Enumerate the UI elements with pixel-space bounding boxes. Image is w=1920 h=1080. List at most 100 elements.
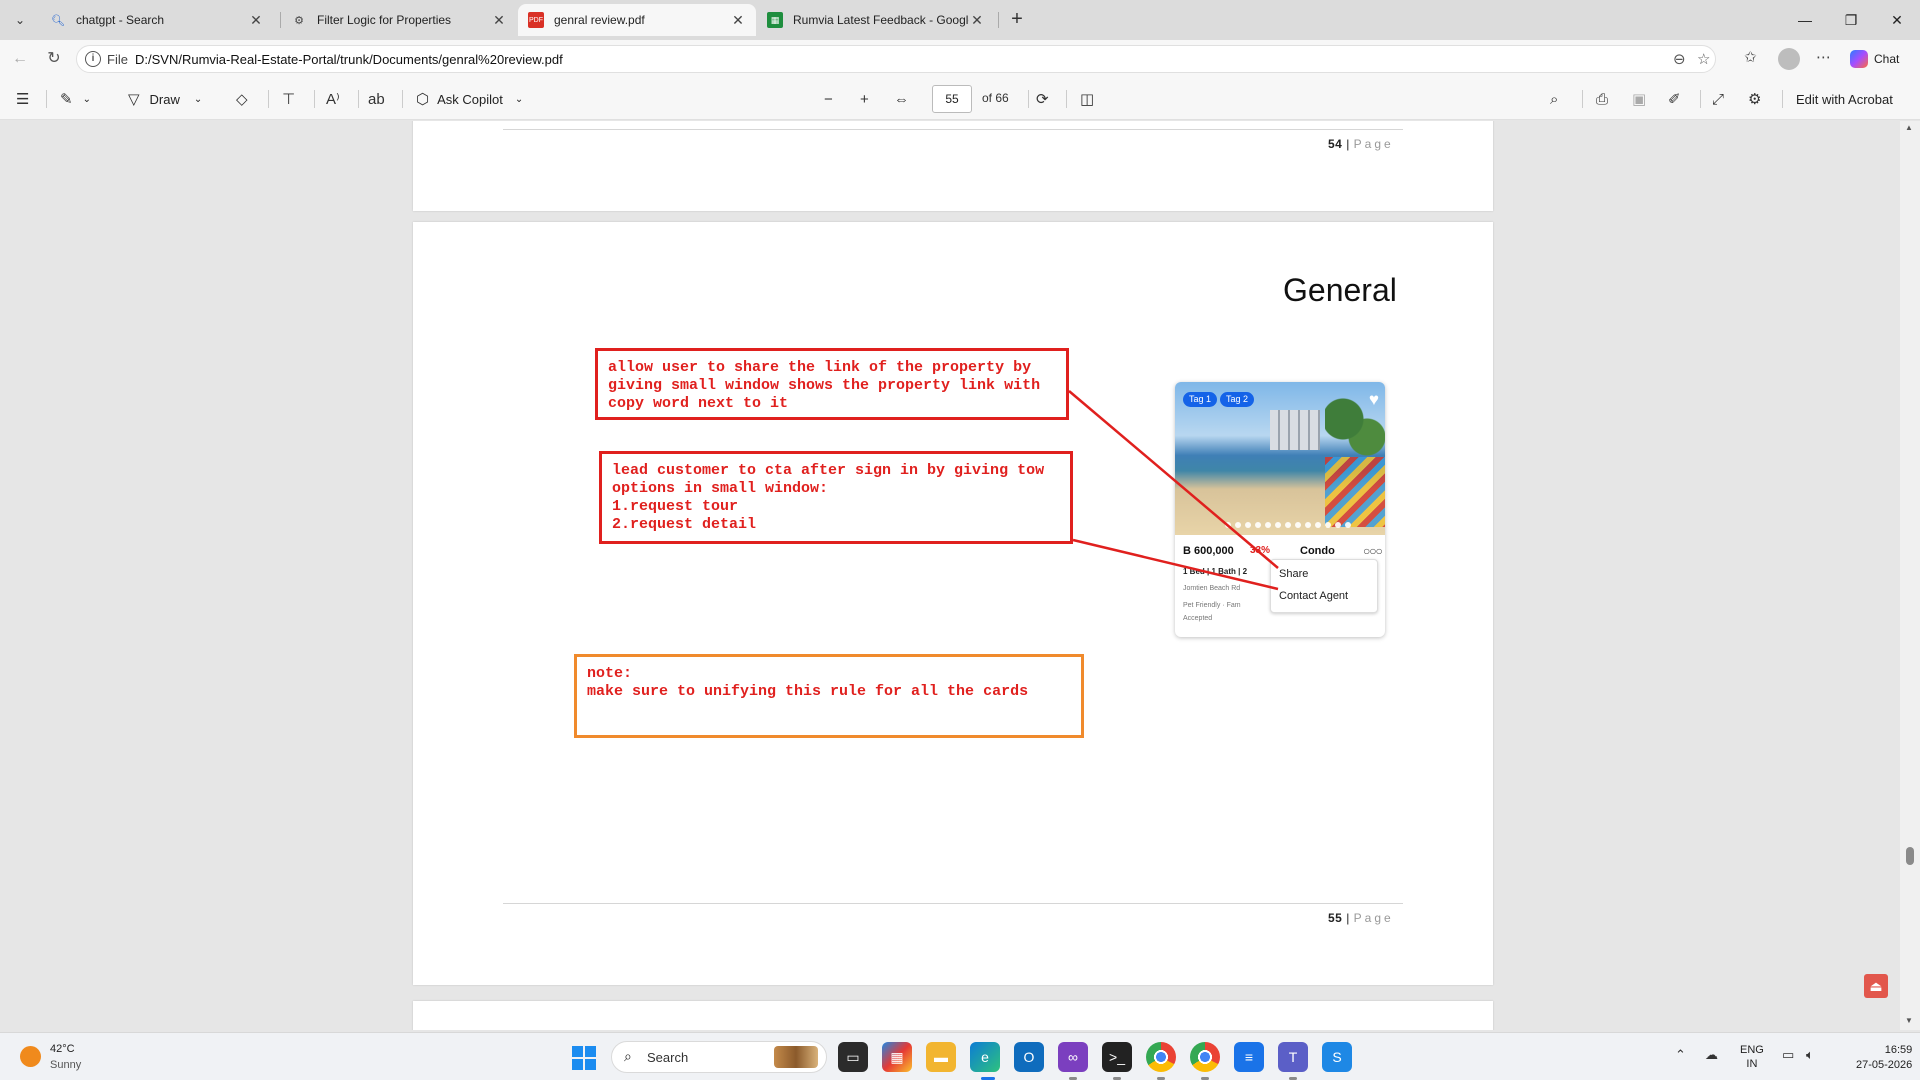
two-page-icon: ◫ — [1080, 91, 1095, 108]
info-icon[interactable]: i — [85, 51, 101, 67]
zoom-icon[interactable]: ⊖ — [1673, 50, 1686, 68]
file-explorer-icon[interactable]: ▬ — [926, 1042, 956, 1072]
page-number-input[interactable]: 55 — [932, 85, 972, 113]
search-icon: 🔍︎ — [51, 14, 65, 27]
weather-temperature[interactable]: 42°C — [50, 1043, 75, 1055]
page-number-footer: 54 | Page — [1328, 137, 1394, 151]
list-icon: ☰ — [16, 91, 30, 108]
tab-rumvia-feedback[interactable]: ▦ Rumvia Latest Feedback - Google ✕ — [757, 4, 995, 36]
edge-icon[interactable]: e — [970, 1042, 1000, 1072]
clock[interactable]: 16:59 27-05-2026 — [1856, 1043, 1912, 1073]
task-view-icon[interactable]: ▭ — [838, 1042, 868, 1072]
favorites-icon[interactable]: ✩ — [1744, 48, 1757, 66]
onedrive-icon[interactable]: ☁ — [1705, 1047, 1718, 1063]
scroll-up-icon[interactable]: ▲ — [1905, 123, 1913, 132]
url-text[interactable]: D:/SVN/Rumvia-Real-Estate-Portal/trunk/D… — [135, 52, 563, 67]
scroll-thumb[interactable] — [1906, 847, 1914, 865]
pdf-viewer[interactable]: 54 | Page General allow user to share th… — [0, 121, 1920, 1030]
chevron-down-icon: ⌄ — [193, 93, 203, 105]
fit-page-button[interactable]: ⇔ — [894, 88, 909, 110]
fullscreen-button[interactable]: ⤢ — [1712, 88, 1724, 110]
search-icon: ⌕ — [1550, 90, 1559, 108]
add-text-button[interactable]: ⊤ — [282, 88, 295, 110]
tab-actions-menu-button[interactable]: ⌄ — [8, 8, 32, 32]
search-highlight-image — [774, 1046, 818, 1068]
microsoft-365-icon[interactable]: ▦ — [882, 1042, 912, 1072]
close-window-button[interactable]: ✕ — [1874, 0, 1920, 40]
close-tab-icon[interactable]: ✕ — [969, 12, 985, 29]
save-as-button[interactable]: ✐ — [1668, 88, 1681, 110]
restore-button[interactable]: ❐ — [1828, 0, 1874, 40]
language-indicator[interactable]: ENG IN — [1740, 1043, 1764, 1071]
back-button[interactable]: ← — [8, 47, 32, 71]
tab-divider — [998, 12, 999, 28]
edit-with-acrobat-button[interactable]: Edit with Acrobat — [1796, 88, 1893, 110]
chrome-profile-icon[interactable] — [1190, 1042, 1220, 1072]
start-button[interactable] — [572, 1046, 596, 1070]
more-dots-icon: ○○○ — [1363, 544, 1383, 558]
sql-server-icon[interactable]: S — [1322, 1042, 1352, 1072]
more-options-icon[interactable]: ⋯ — [1816, 48, 1831, 66]
close-tab-icon[interactable]: ✕ — [491, 12, 507, 29]
scroll-down-icon[interactable]: ▼ — [1905, 1016, 1913, 1025]
profile-avatar[interactable] — [1778, 48, 1800, 70]
taskbar-search[interactable]: ⌕ Search — [611, 1041, 827, 1073]
toolbar-divider — [1782, 90, 1783, 108]
tab-label: Filter Logic for Properties — [317, 13, 452, 27]
card-specs: 1 Bed | 1 Bath | 2 — [1183, 567, 1248, 576]
new-tab-button[interactable]: + — [1005, 8, 1029, 32]
annotation-share: allow user to share the link of the prop… — [595, 348, 1069, 420]
teams-icon[interactable]: T — [1278, 1042, 1308, 1072]
visual-studio-icon[interactable]: ∞ — [1058, 1042, 1088, 1072]
weather-condition[interactable]: Sunny — [50, 1059, 81, 1071]
translate-button[interactable]: ab — [368, 88, 385, 110]
volume-icon[interactable]: 🔈︎ — [1806, 1047, 1814, 1063]
chevron-up-icon[interactable]: ⌃ — [1675, 1047, 1686, 1063]
toolbar-divider — [358, 90, 359, 108]
ask-copilot-label: Ask Copilot — [437, 91, 503, 107]
print-button[interactable]: ⎙ — [1596, 88, 1608, 110]
chrome-icon[interactable] — [1146, 1042, 1176, 1072]
notepad-icon[interactable]: ≡ — [1234, 1042, 1264, 1072]
zoom-out-button[interactable]: − — [824, 88, 833, 110]
contents-button[interactable]: ☰ — [16, 88, 29, 110]
tab-chatgpt-search[interactable]: 🔍︎ chatgpt - Search ✕ — [40, 4, 274, 36]
tab-genral-review-pdf[interactable]: PDF genral review.pdf ✕ — [518, 4, 756, 36]
outlook-icon[interactable]: O — [1014, 1042, 1044, 1072]
copilot-chat-button[interactable]: Chat — [1846, 46, 1907, 72]
page-view-button[interactable]: ◫ — [1080, 88, 1094, 110]
refresh-button[interactable]: ↻ — [42, 47, 66, 71]
minimize-button[interactable]: — — [1782, 0, 1828, 40]
ask-copilot-button[interactable]: ⬡ Ask Copilot ⌄ — [416, 88, 523, 110]
sheets-icon: ▦ — [767, 12, 783, 28]
weather-sun-icon[interactable] — [20, 1046, 41, 1067]
taskbar: 42°C Sunny ⌕ Search ▭ ▦ ▬ e O ∞ >_ ≡ T S… — [0, 1032, 1920, 1080]
terminal-icon[interactable]: >_ — [1102, 1042, 1132, 1072]
erase-button[interactable]: ◇ — [236, 88, 248, 110]
rotate-button[interactable]: ⟳ — [1036, 88, 1049, 110]
zoom-in-button[interactable]: + — [860, 88, 869, 110]
card-menu-popup: Share Contact Agent — [1270, 559, 1378, 613]
favorite-star-icon[interactable]: ☆ — [1697, 50, 1710, 68]
save-button[interactable]: ▣ — [1632, 88, 1646, 110]
tab-filter-logic[interactable]: ⚙ Filter Logic for Properties ✕ — [281, 4, 517, 36]
network-icon[interactable]: ▭ — [1782, 1047, 1794, 1063]
read-aloud-button[interactable]: A⁾ — [326, 88, 340, 110]
vertical-scrollbar[interactable]: ▲ ▼ — [1900, 121, 1920, 1030]
settings-button[interactable]: ⚙ — [1748, 88, 1761, 110]
close-tab-icon[interactable]: ✕ — [730, 12, 746, 29]
highlight-button[interactable]: ✎ ⌄ — [60, 88, 91, 110]
pdf-toolbar: ☰ ✎ ⌄ ▽ Draw ⌄ ◇ ⊤ A⁾ ab ⬡ Ask Copilot ⌄ − + … — [0, 78, 1920, 120]
close-tab-icon[interactable]: ✕ — [248, 12, 264, 29]
page-count: of 66 — [982, 91, 1009, 105]
url-scheme: File — [107, 52, 128, 67]
highlighter-icon: ✎ — [60, 91, 73, 108]
toolbar-divider — [402, 90, 403, 108]
heart-icon: ♥ — [1368, 390, 1379, 409]
search-pdf-button[interactable]: ⌕ — [1550, 88, 1558, 110]
chat-label: Chat — [1874, 52, 1900, 66]
acrobat-icon[interactable]: ⏏ — [1864, 974, 1888, 998]
address-bar[interactable]: i File D:/SVN/Rumvia-Real-Estate-Portal/… — [76, 45, 1716, 73]
page-heading: General — [1283, 272, 1397, 308]
draw-button[interactable]: ▽ Draw ⌄ — [128, 88, 202, 110]
